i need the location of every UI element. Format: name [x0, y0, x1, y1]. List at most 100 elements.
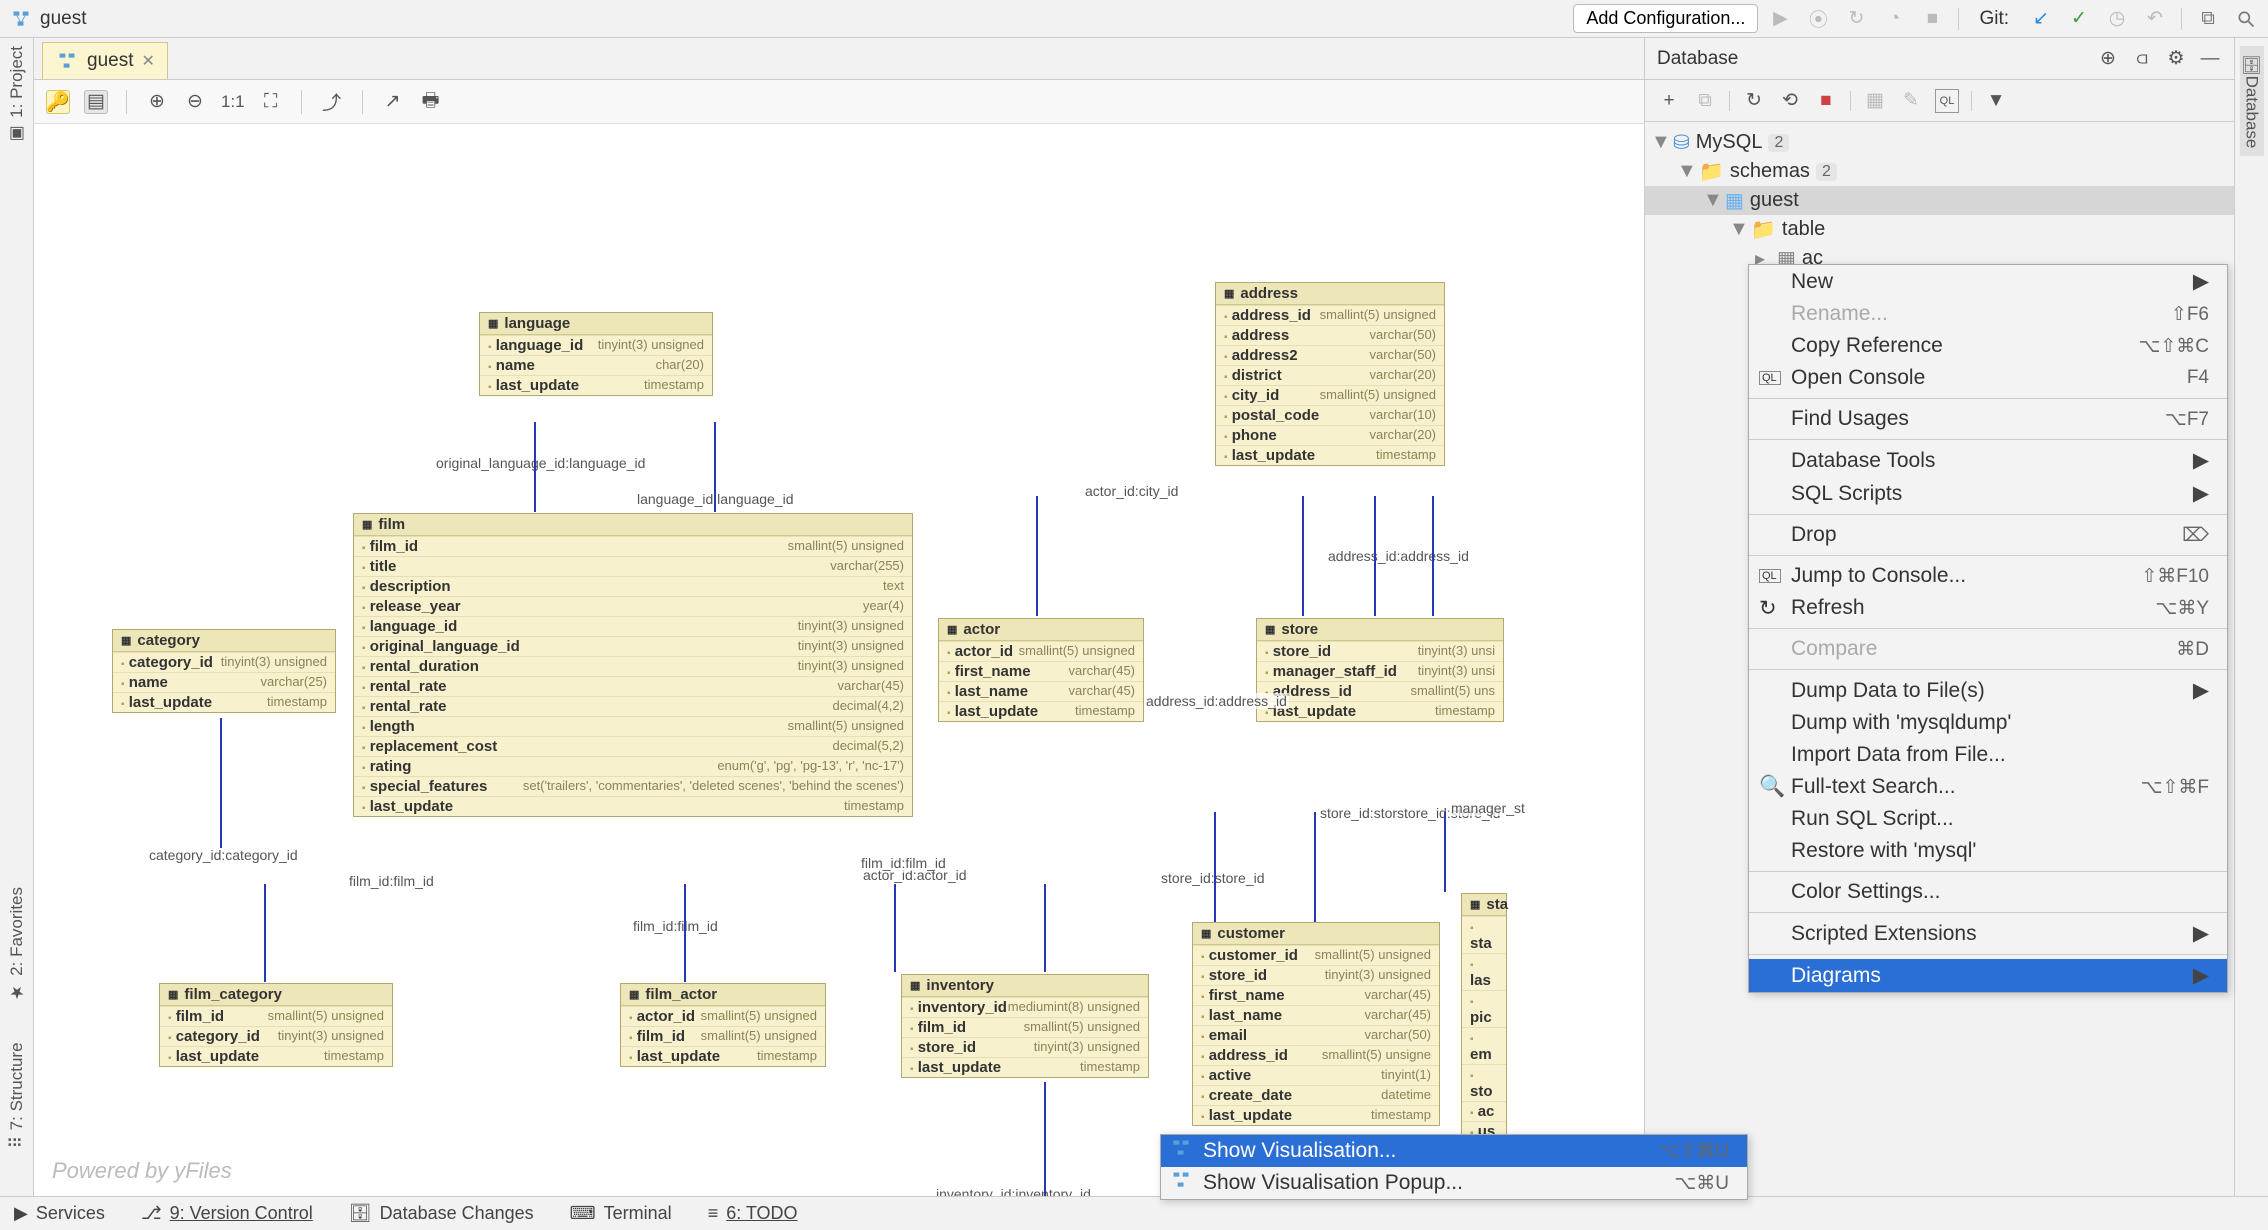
duplicate-icon[interactable]: ⧉ — [1693, 89, 1717, 113]
tab-guest[interactable]: guest ✕ — [42, 42, 168, 79]
menu-item[interactable]: QLOpen ConsoleF4 — [1749, 362, 2227, 394]
add-icon[interactable]: + — [1657, 89, 1681, 113]
tree-row[interactable]: ▼📁 schemas 2 — [1645, 157, 2234, 186]
database-toolbar: + ⧉ ↻ ⟲ ■ ▦ ✎ QL ▼ — [1645, 80, 2234, 122]
breadcrumb[interactable]: guest — [10, 8, 86, 30]
menu-item[interactable]: Dump Data to File(s)▶ — [1749, 674, 2227, 707]
export-icon[interactable]: ↗ — [381, 90, 405, 114]
filter-icon[interactable]: ▼ — [1984, 89, 2008, 113]
table-icon[interactable]: ▦ — [1863, 89, 1887, 113]
entity-category[interactable]: ▦category▪ category_idtinyint(3) unsigne… — [112, 629, 336, 713]
run-icon[interactable]: ▶ — [1768, 7, 1792, 31]
menu-item[interactable]: Copy Reference⌥⇧⌘C — [1749, 330, 2227, 362]
print-icon[interactable]: 🖶 — [419, 90, 443, 114]
run-toolbar: ▶ ⦿ ↻ ◔ ■ Git: ↙ ✓ ◷ ↶ ⧉ — [1768, 7, 2258, 31]
diagram-icon — [55, 49, 79, 73]
entity-actor[interactable]: ▦actor▪ actor_idsmallint(5) unsigned▪ fi… — [938, 618, 1144, 722]
sync-icon[interactable]: ⟲ — [1778, 89, 1802, 113]
target-icon[interactable]: ⊕ — [2096, 47, 2120, 71]
entity-store[interactable]: ▦store▪ store_idtinyint(3) unsi▪ manager… — [1256, 618, 1504, 722]
menu-item[interactable]: SQL Scripts▶ — [1749, 477, 2227, 510]
relation-label: inventory_id:inventory_id — [934, 1186, 1093, 1196]
search-everywhere-icon[interactable]: ⧉ — [2196, 7, 2220, 31]
gear-icon[interactable]: ⚙ — [2164, 47, 2188, 71]
tree-row[interactable]: ▼⛁ MySQL 2 — [1645, 128, 2234, 157]
terminal-tab[interactable]: ⌨Terminal — [570, 1203, 672, 1224]
entity-inventory[interactable]: ▦inventory▪ inventory_idmediumint(8) uns… — [901, 974, 1149, 1078]
project-tool-tab[interactable]: ▣1: Project — [7, 46, 27, 144]
submenu-item[interactable]: Show Visualisation Popup...⌥⌘U — [1161, 1167, 1747, 1199]
menu-item[interactable]: Scripted Extensions▶ — [1749, 917, 2227, 950]
diagram-canvas[interactable]: Powered by yFiles ▦language▪ language_id… — [34, 124, 1644, 1196]
edit-icon[interactable]: ✎ — [1899, 89, 1923, 113]
relation-label: manager_st — [1449, 800, 1527, 816]
menu-item[interactable]: Import Data from File... — [1749, 739, 2227, 771]
minimize-icon[interactable]: — — [2198, 47, 2222, 71]
menu-item: Compare⌘D — [1749, 633, 2227, 665]
entity-film[interactable]: ▦film▪ film_idsmallint(5) unsigned▪ titl… — [353, 513, 913, 817]
menu-item[interactable]: Find Usages⌥F7 — [1749, 403, 2227, 435]
git-rollback-icon[interactable]: ↶ — [2143, 7, 2167, 31]
menu-item[interactable]: Diagrams▶ — [1749, 959, 2227, 992]
relation-label: category_id:category_id — [147, 847, 300, 863]
structure-tool-tab[interactable]: ⠿7: Structure — [7, 1042, 27, 1148]
layout-icon[interactable]: ⤴ — [320, 90, 344, 114]
database-tool-tab[interactable]: 🗄Database — [2240, 46, 2264, 156]
menu-item[interactable]: Drop⌦ — [1749, 519, 2227, 551]
git-label: Git: — [1979, 8, 2009, 30]
menu-item[interactable]: QLJump to Console...⇧⌘F10 — [1749, 560, 2227, 592]
refresh-icon[interactable]: ↻ — [1742, 89, 1766, 113]
git-update-icon[interactable]: ↙ — [2029, 7, 2053, 31]
editor-column: guest ✕ 🔑 ▤ ⊕ ⊖ 1:1 ⛶ ⤴ ↗ 🖶 Powered by y… — [34, 38, 1644, 1196]
add-configuration-button[interactable]: Add Configuration... — [1573, 4, 1758, 33]
relation-label: actor_id:city_id — [1083, 483, 1180, 499]
favorites-tool-tab[interactable]: ★2: Favorites — [7, 887, 27, 1002]
menu-item[interactable]: Color Settings... — [1749, 876, 2227, 908]
entity-customer[interactable]: ▦customer▪ customer_idsmallint(5) unsign… — [1192, 922, 1440, 1126]
menu-item[interactable]: Restore with 'mysql' — [1749, 835, 2227, 867]
relation-label: address_id:address_id — [1326, 548, 1471, 564]
key-columns-icon[interactable]: 🔑 — [46, 90, 70, 114]
table-view-icon[interactable]: ▤ — [84, 90, 108, 114]
entity-film_category[interactable]: ▦film_category▪ film_idsmallint(5) unsig… — [159, 983, 393, 1067]
relation-label: film_id:film_id — [631, 918, 720, 934]
db-changes-tab[interactable]: 🗄Database Changes — [349, 1203, 534, 1224]
close-icon[interactable]: ✕ — [141, 51, 154, 71]
split-icon[interactable]: ⫏ — [2130, 47, 2154, 71]
services-tab[interactable]: ▶Services — [14, 1203, 105, 1224]
top-bar: guest Add Configuration... ▶ ⦿ ↻ ◔ ■ Git… — [0, 0, 2268, 38]
database-panel-header: Database ⊕ ⫏ ⚙ — — [1645, 38, 2234, 80]
search-icon[interactable] — [2234, 7, 2258, 31]
git-history-icon[interactable]: ◷ — [2105, 7, 2129, 31]
tree-row[interactable]: ▼📁 table — [1645, 215, 2234, 244]
menu-item[interactable]: Dump with 'mysqldump' — [1749, 707, 2227, 739]
menu-item[interactable]: ↻Refresh⌥⌘Y — [1749, 592, 2227, 624]
menu-item[interactable]: New▶ — [1749, 265, 2227, 298]
debug-icon[interactable]: ⦿ — [1806, 7, 1830, 31]
breadcrumb-text: guest — [40, 8, 86, 30]
entity-film_actor[interactable]: ▦film_actor▪ actor_idsmallint(5) unsigne… — [620, 983, 826, 1067]
tree-row[interactable]: ▼▦ guest — [1645, 186, 2234, 215]
todo-tab[interactable]: ≡6: TODO — [708, 1203, 798, 1224]
entity-language[interactable]: ▦language▪ language_idtinyint(3) unsigne… — [479, 312, 713, 396]
submenu-item[interactable]: Show Visualisation...⌥⇧⌘U — [1161, 1135, 1747, 1167]
panel-title: Database — [1657, 48, 1738, 70]
diagram-toolbar: 🔑 ▤ ⊕ ⊖ 1:1 ⛶ ⤴ ↗ 🖶 — [34, 80, 1644, 124]
menu-item[interactable]: Run SQL Script... — [1749, 803, 2227, 835]
zoom-in-icon[interactable]: ⊕ — [145, 90, 169, 114]
context-menu: New▶Rename...⇧F6Copy Reference⌥⇧⌘CQLOpen… — [1748, 264, 2228, 993]
menu-item[interactable]: Database Tools▶ — [1749, 444, 2227, 477]
zoom-out-icon[interactable]: ⊖ — [183, 90, 207, 114]
diagrams-submenu: Show Visualisation...⌥⇧⌘UShow Visualisat… — [1160, 1134, 1748, 1200]
version-control-tab[interactable]: ⎇9: Version Control — [141, 1203, 313, 1224]
zoom-fit-button[interactable]: 1:1 — [221, 92, 245, 112]
profile-icon[interactable]: ◔ — [1882, 7, 1906, 31]
menu-item[interactable]: 🔍Full-text Search...⌥⇧⌘F — [1749, 771, 2227, 803]
stop-icon[interactable]: ■ — [1920, 7, 1944, 31]
console-icon[interactable]: QL — [1935, 89, 1959, 113]
entity-address[interactable]: ▦address▪ address_idsmallint(5) unsigned… — [1215, 282, 1445, 466]
coverage-icon[interactable]: ↻ — [1844, 7, 1868, 31]
stop-icon[interactable]: ■ — [1814, 89, 1838, 113]
fit-content-icon[interactable]: ⛶ — [259, 90, 283, 114]
git-commit-icon[interactable]: ✓ — [2067, 7, 2091, 31]
